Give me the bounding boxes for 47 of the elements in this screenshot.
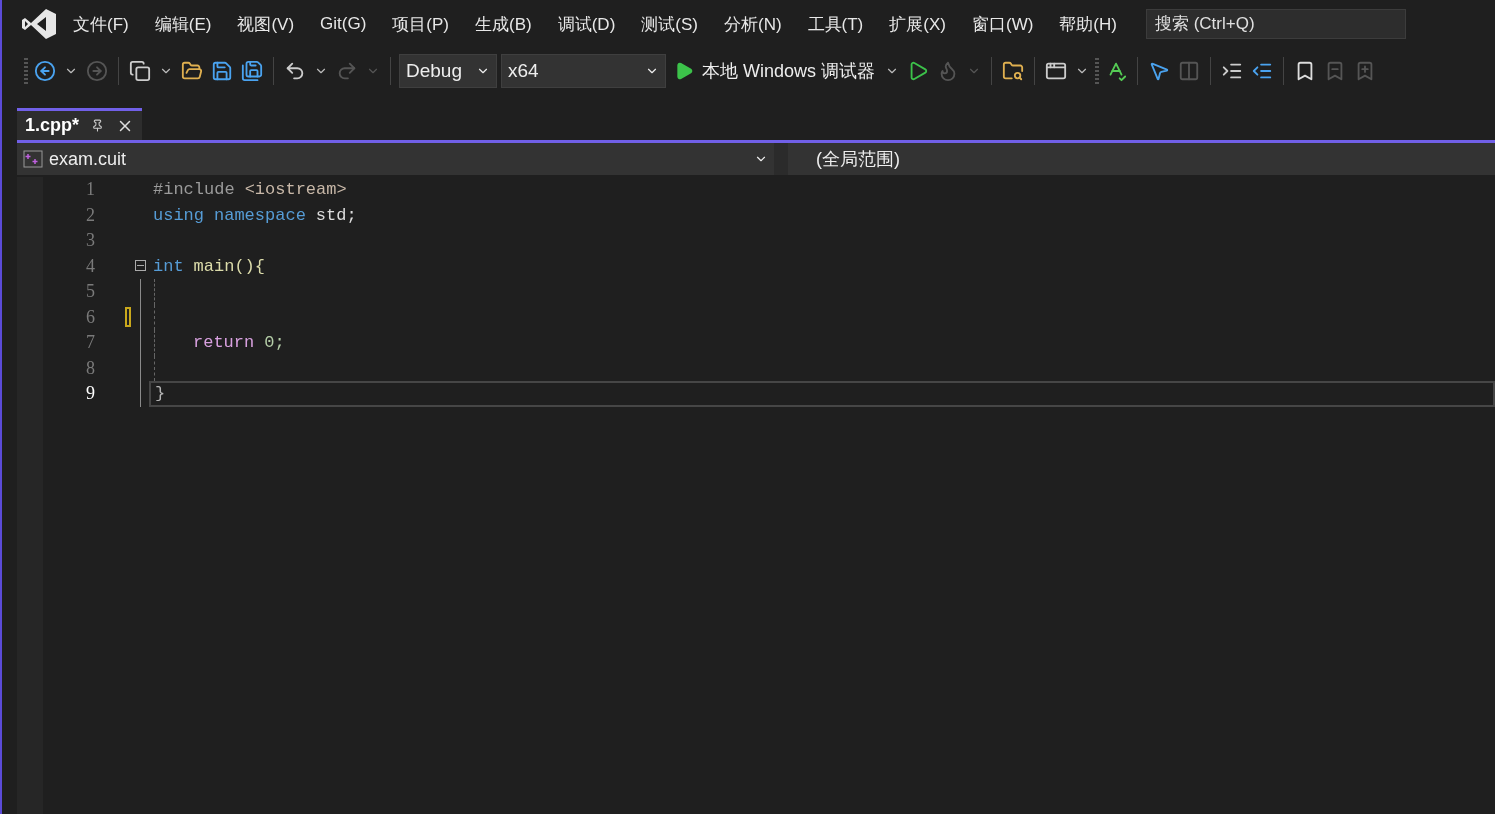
project-dropdown[interactable]: exam.cuit	[17, 143, 774, 175]
menu-item[interactable]: 视图(V)	[224, 12, 308, 36]
line-number: 3	[85, 230, 95, 252]
code-token: int	[153, 256, 184, 276]
code-token: return	[193, 333, 255, 353]
code-token: #include	[153, 180, 235, 200]
code-token: std;	[315, 205, 357, 225]
menu-item[interactable]: 扩展(X)	[876, 12, 959, 36]
line-number: 4	[85, 255, 95, 277]
run-debugger-button[interactable]: 本地 Windows 调试器	[670, 59, 880, 83]
code-token: main(){	[193, 256, 266, 276]
code-token: 0;	[264, 333, 285, 353]
scope-dropdown[interactable]: (全局范围)	[788, 143, 1495, 175]
line-number: 9	[85, 383, 95, 405]
menu-item[interactable]: 测试(S)	[628, 12, 711, 36]
pin-icon[interactable]	[91, 119, 105, 132]
new-item-icon[interactable]	[127, 58, 153, 84]
collapse-icon[interactable]	[135, 259, 146, 271]
line-number: 8	[85, 357, 95, 379]
menu-item[interactable]: 编辑(E)	[141, 12, 225, 36]
menu-item[interactable]: 项目(P)	[379, 12, 462, 36]
menu-item[interactable]: 帮助(H)	[1046, 12, 1130, 36]
code-token: }	[155, 384, 166, 404]
menu-item[interactable]: Git(G)	[307, 14, 380, 34]
save-all-icon[interactable]	[239, 58, 265, 84]
back-icon[interactable]	[32, 58, 58, 84]
search-field[interactable]: 搜索 (Ctrl+Q)	[1145, 9, 1406, 39]
line-number: 6	[85, 306, 95, 328]
visual-studio-logo-icon[interactable]	[22, 9, 56, 39]
menu-item[interactable]: 调试(D)	[544, 12, 629, 36]
project-icon	[23, 150, 43, 168]
code-token: namespace	[214, 205, 306, 225]
line-number: 7	[85, 332, 95, 354]
menu-item[interactable]: 生成(B)	[462, 12, 545, 36]
line-number: 5	[85, 281, 95, 303]
play-icon[interactable]	[674, 61, 694, 81]
file-tab[interactable]: 1.cpp*	[17, 108, 143, 140]
menu-item[interactable]: 工具(T)	[794, 12, 877, 36]
menu-item[interactable]: 分析(N)	[710, 12, 795, 36]
line-number: 1	[85, 179, 95, 201]
configuration-dropdown[interactable]: Debug	[399, 54, 497, 88]
code-token: using	[153, 205, 204, 225]
line-number: 2	[85, 204, 95, 226]
code-token: <iostream>	[244, 180, 347, 200]
menu-item[interactable]: 窗口(W)	[958, 12, 1047, 36]
menu-item[interactable]: 文件(F)	[60, 12, 142, 36]
platform-dropdown[interactable]: x64	[501, 54, 666, 88]
